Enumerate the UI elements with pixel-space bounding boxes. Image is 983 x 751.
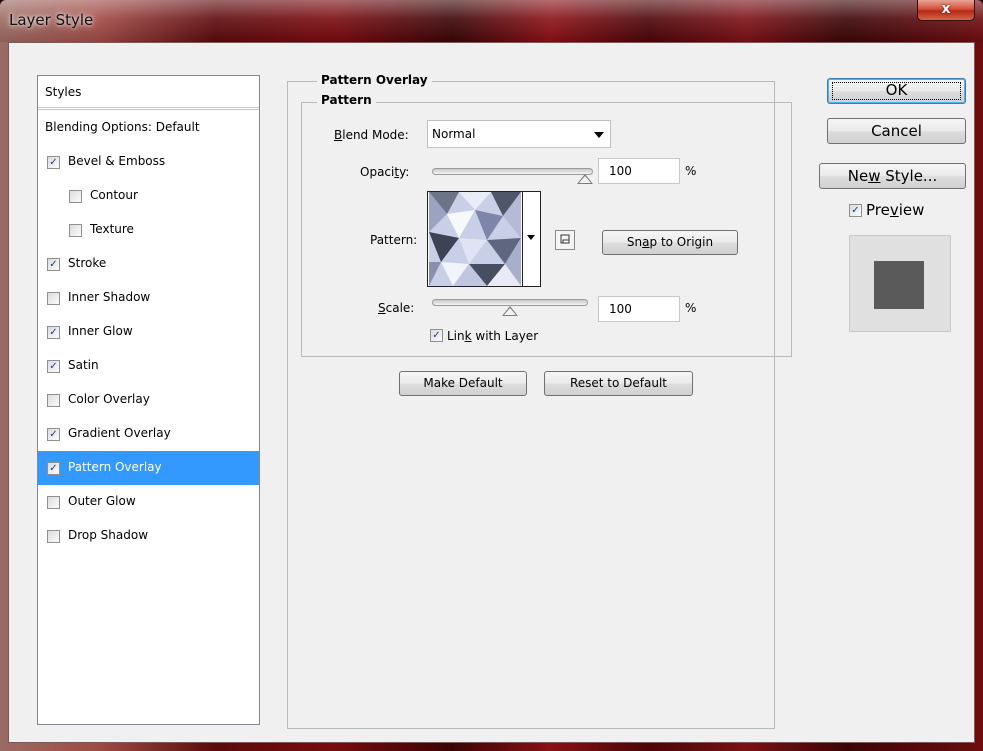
- style-item-stroke[interactable]: ✓ Stroke: [38, 247, 259, 281]
- window-title: Layer Style: [9, 11, 94, 29]
- make-default-button[interactable]: Make Default: [399, 371, 527, 396]
- snap-to-origin-button[interactable]: Snap to Origin: [602, 230, 738, 255]
- checkmark-icon[interactable]: ✓: [47, 326, 60, 339]
- checkmark-icon[interactable]: ✓: [47, 462, 60, 475]
- style-item-label: Satin: [68, 358, 99, 372]
- style-item-label: Color Overlay: [68, 392, 150, 406]
- style-item-label: Inner Glow: [68, 324, 133, 338]
- scale-label: Scale:: [378, 301, 415, 315]
- checkmark-icon[interactable]: ✓: [47, 428, 60, 441]
- pattern-group-title: Pattern: [317, 93, 376, 107]
- scale-unit: %: [685, 301, 697, 315]
- checkmark-icon[interactable]: ✓: [47, 156, 60, 169]
- style-item-color-overlay[interactable]: Color Overlay: [38, 383, 259, 417]
- chevron-down-icon[interactable]: [527, 235, 535, 240]
- style-checkbox[interactable]: [69, 224, 82, 237]
- pattern-divider: [522, 192, 523, 286]
- style-item-label: Pattern Overlay: [68, 460, 162, 474]
- style-item-label: Gradient Overlay: [68, 426, 171, 440]
- opacity-unit: %: [685, 164, 697, 178]
- new-pattern-icon: [560, 234, 570, 244]
- style-item-inner-shadow[interactable]: Inner Shadow: [38, 281, 259, 315]
- opacity-slider[interactable]: [432, 168, 593, 175]
- style-item-blending-options-default[interactable]: Blending Options: Default: [38, 111, 259, 145]
- blend-mode-value: Normal: [432, 127, 476, 141]
- pattern-label: Pattern:: [370, 233, 418, 247]
- title-bar-glass: [0, 0, 983, 42]
- pattern-picker[interactable]: [427, 191, 541, 287]
- style-item-drop-shadow[interactable]: Drop Shadow: [38, 519, 259, 553]
- opacity-slider-thumb[interactable]: [577, 174, 593, 184]
- style-checkbox[interactable]: [47, 292, 60, 305]
- ok-button[interactable]: OK: [827, 78, 966, 104]
- style-item-texture[interactable]: Texture: [38, 213, 259, 247]
- link-with-layer-checkbox[interactable]: ✓: [430, 329, 443, 342]
- style-item-satin[interactable]: ✓ Satin: [38, 349, 259, 383]
- new-style-button[interactable]: New Style...: [819, 163, 966, 189]
- style-item-label: Stroke: [68, 256, 107, 270]
- new-pattern-button[interactable]: [555, 230, 575, 250]
- styles-header-label: Styles: [45, 85, 82, 99]
- style-item-label: Outer Glow: [68, 494, 136, 508]
- scale-slider[interactable]: [432, 299, 588, 306]
- style-item-label: Bevel & Emboss: [68, 154, 166, 168]
- style-item-contour[interactable]: Contour: [38, 179, 259, 213]
- style-checkbox[interactable]: [69, 190, 82, 203]
- style-item-label: Blending Options: Default: [45, 120, 200, 134]
- style-item-label: Contour: [90, 188, 138, 202]
- close-icon: x: [941, 1, 951, 17]
- style-item-label: Texture: [90, 222, 134, 236]
- dialog-client-area: Styles Blending Options: Default ✓ Bevel &…: [8, 42, 975, 743]
- reset-to-default-button[interactable]: Reset to Default: [544, 371, 693, 396]
- title-bar[interactable]: Layer Style x: [0, 0, 983, 42]
- styles-list: Styles Blending Options: Default ✓ Bevel &…: [37, 75, 260, 725]
- opacity-input[interactable]: 100: [598, 158, 680, 184]
- cancel-button[interactable]: Cancel: [827, 118, 966, 144]
- preview-checkbox[interactable]: ✓: [849, 204, 862, 217]
- style-item-inner-glow[interactable]: ✓ Inner Glow: [38, 315, 259, 349]
- scale-input[interactable]: 100: [598, 296, 680, 322]
- blend-mode-select[interactable]: Normal: [427, 120, 611, 148]
- link-with-layer-label[interactable]: Link with Layer: [447, 329, 538, 343]
- style-checkbox[interactable]: [47, 394, 60, 407]
- style-item-label: Inner Shadow: [68, 290, 151, 304]
- close-button[interactable]: x: [917, 0, 975, 21]
- style-item-pattern-overlay[interactable]: ✓ Pattern Overlay: [38, 451, 259, 485]
- styles-list-header[interactable]: Styles: [38, 76, 259, 110]
- scale-slider-thumb[interactable]: [502, 306, 518, 316]
- opacity-label: Opacity:: [360, 165, 410, 179]
- style-checkbox[interactable]: [47, 530, 60, 543]
- checkmark-icon[interactable]: ✓: [47, 360, 60, 373]
- ok-label: OK: [885, 81, 908, 99]
- style-checkbox[interactable]: [47, 496, 60, 509]
- style-item-gradient-overlay[interactable]: ✓ Gradient Overlay: [38, 417, 259, 451]
- style-preview: [849, 235, 951, 332]
- style-item-outer-glow[interactable]: Outer Glow: [38, 485, 259, 519]
- preview-label[interactable]: Preview: [866, 201, 924, 219]
- blend-mode-label: Blend Mode:: [334, 128, 409, 142]
- diamond-pattern-icon: [429, 192, 521, 286]
- checkmark-icon[interactable]: ✓: [47, 258, 60, 271]
- chevron-down-icon: [594, 132, 604, 138]
- layer-style-dialog: Layer Style x Styles Blending Options: D…: [0, 0, 983, 751]
- preview-square: [874, 261, 924, 309]
- pattern-overlay-title: Pattern Overlay: [317, 73, 432, 87]
- style-item-label: Drop Shadow: [68, 528, 149, 542]
- style-item-bevel-emboss[interactable]: ✓ Bevel & Emboss: [38, 145, 259, 179]
